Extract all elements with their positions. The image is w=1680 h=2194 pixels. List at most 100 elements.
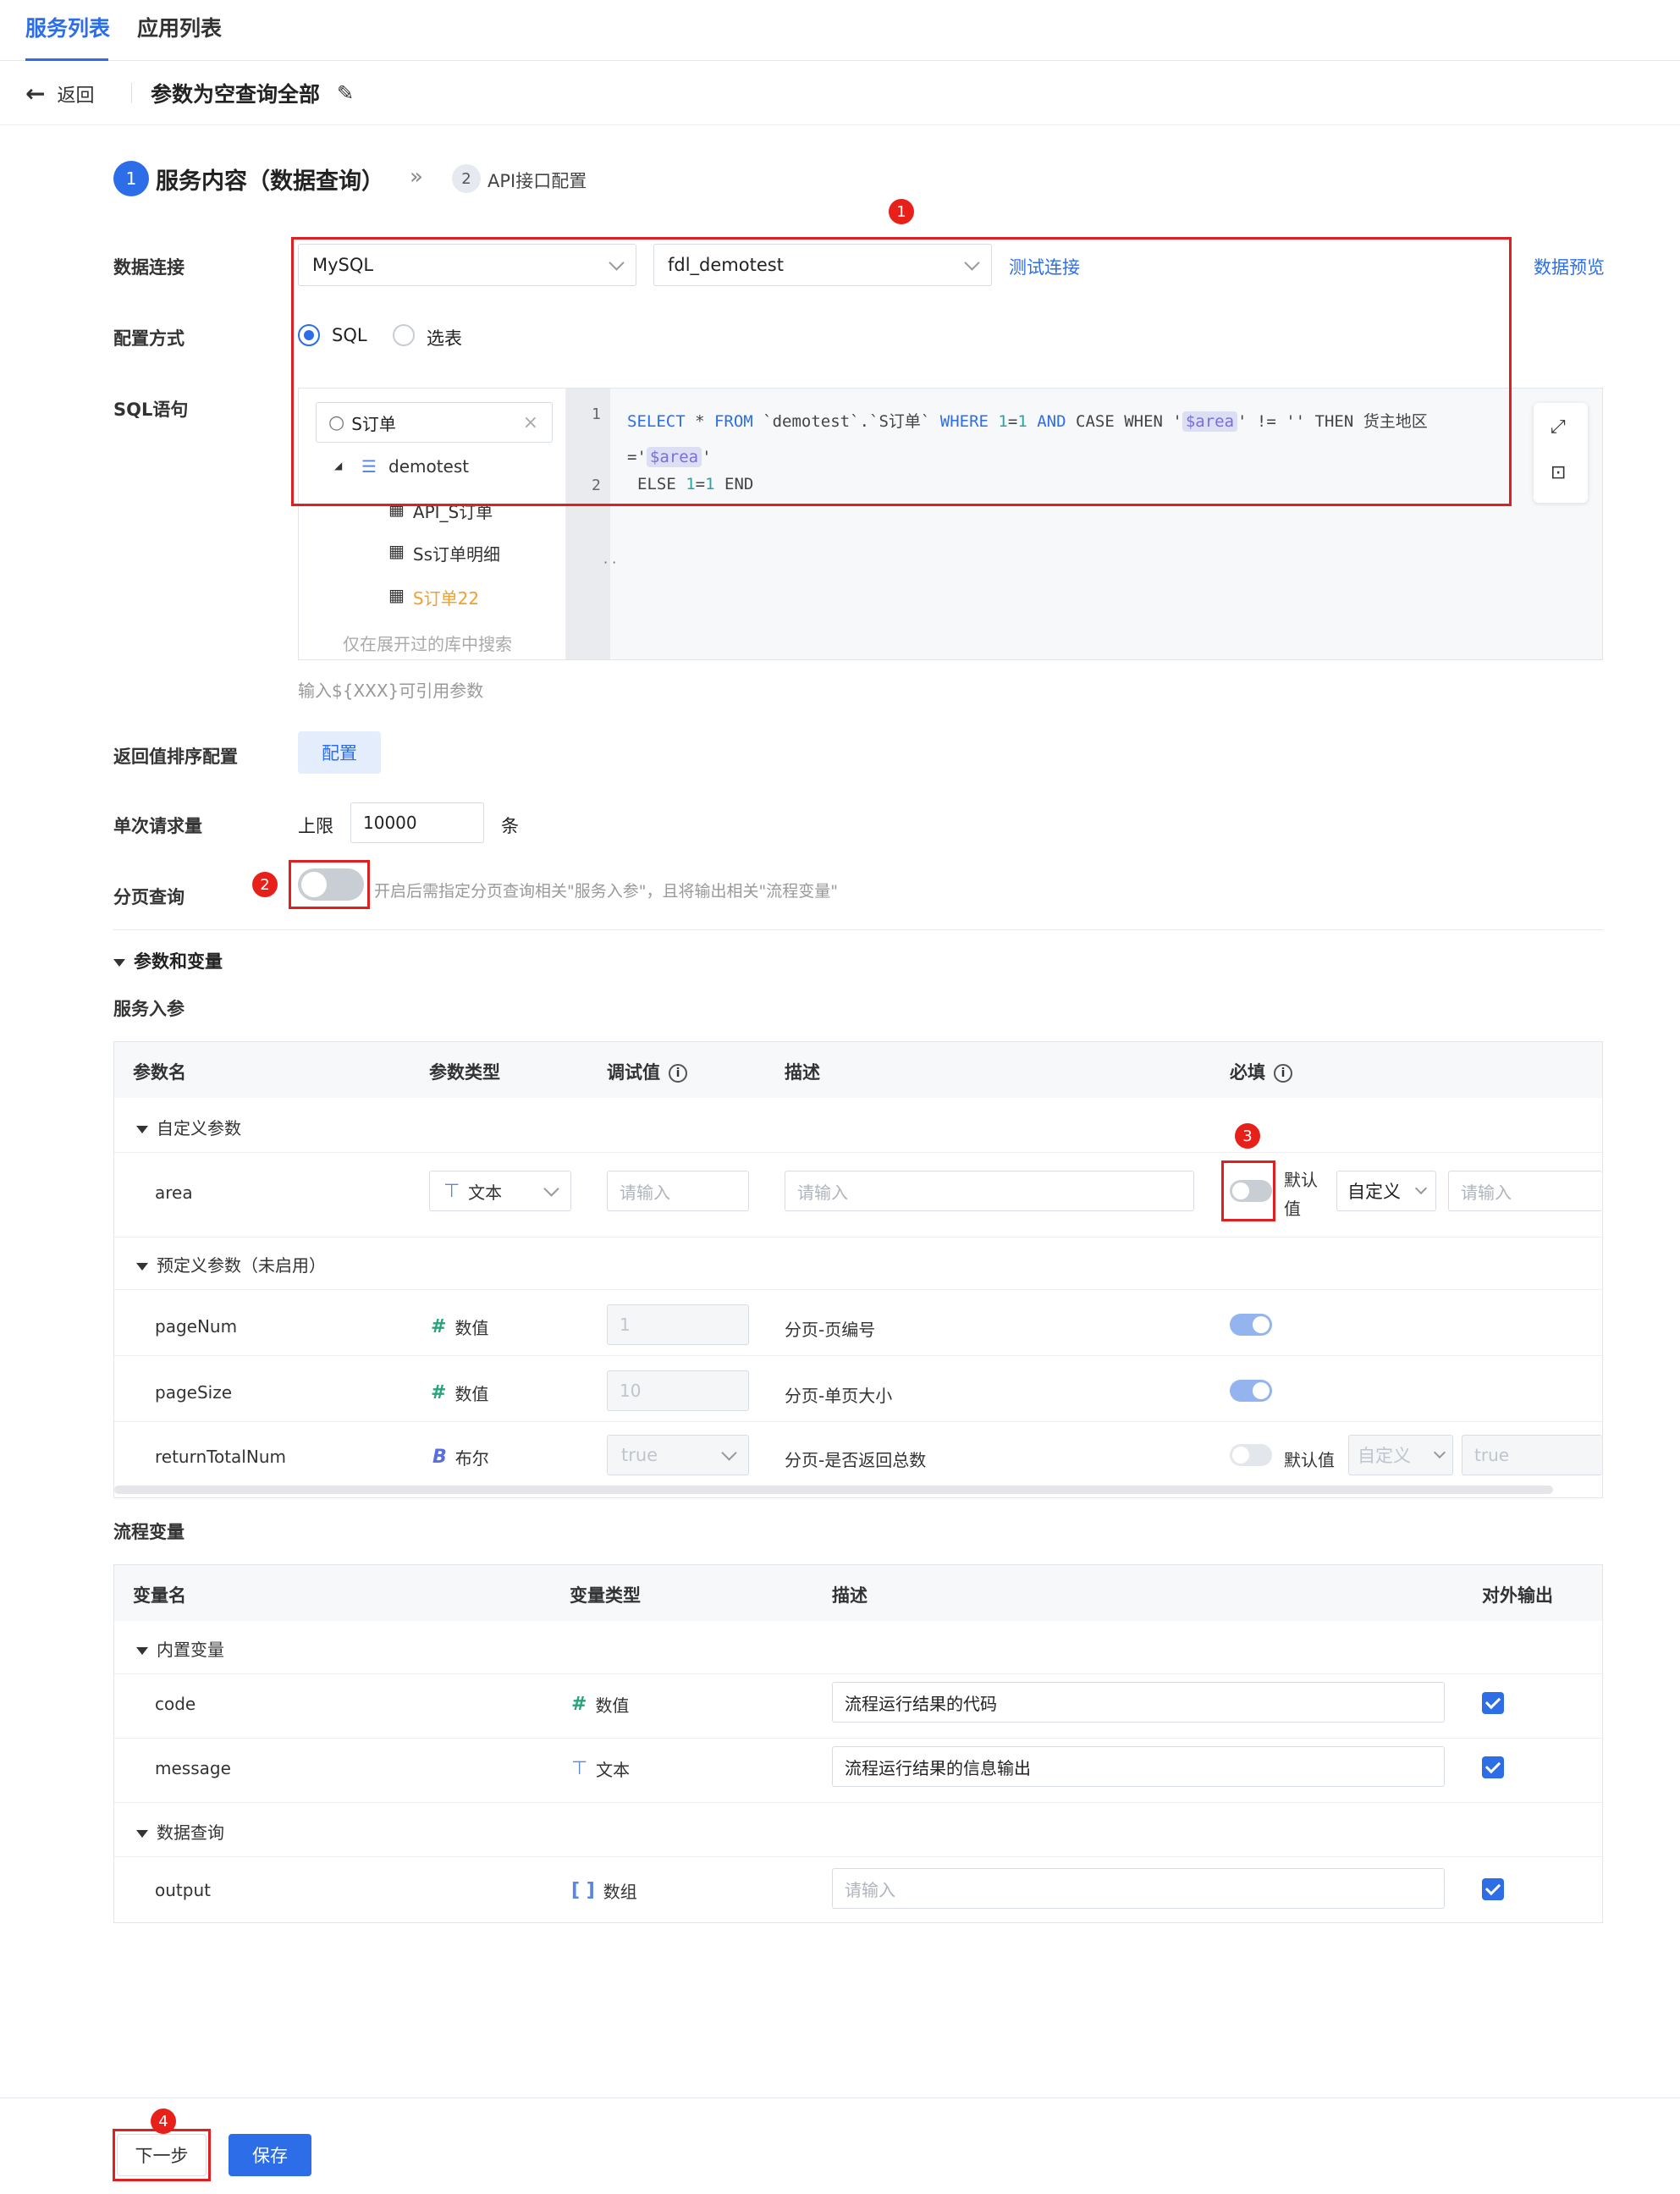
- step-2-label[interactable]: API接口配置: [487, 168, 587, 193]
- caret-down-icon: [136, 1647, 148, 1655]
- chevron-down-icon: [1414, 1182, 1428, 1195]
- var-message-output-checkbox[interactable]: [1482, 1756, 1504, 1778]
- row-divider: [114, 1421, 1602, 1422]
- col-param-type: 参数类型: [429, 1062, 500, 1083]
- caret-down-icon: [136, 1126, 148, 1133]
- config-mode-label: 配置方式: [113, 328, 185, 349]
- text-type-icon: ⊤: [443, 1180, 460, 1202]
- vars-table: 变量名 变量类型 描述 对外输出 内置变量 code # 数值 流程运行结果的代码…: [113, 1564, 1603, 1923]
- table-node-2[interactable]: ▦ Ss订单明细: [388, 541, 500, 565]
- var-message-type: ⊤ 文本: [571, 1758, 631, 1780]
- param-area-desc-input[interactable]: 请输入: [785, 1171, 1194, 1211]
- param-area-debug-input[interactable]: 请输入: [607, 1171, 749, 1211]
- row-divider: [114, 1152, 1602, 1153]
- group-custom-params[interactable]: 自定义参数: [136, 1115, 241, 1139]
- resize-handle[interactable]: · ·: [603, 554, 616, 571]
- caret-down-icon: [136, 1263, 148, 1271]
- chevron-double-right-icon: »: [410, 164, 423, 190]
- annotation-box-2: [289, 860, 370, 909]
- caret-down-icon: [136, 1830, 148, 1838]
- step-2-circle[interactable]: 2: [452, 164, 481, 193]
- var-code-type: # 数值: [571, 1694, 630, 1716]
- table-icon: ▦: [388, 541, 405, 561]
- param-ref-hint: 输入${XXX}可引用参数: [298, 681, 484, 701]
- number-type-icon: #: [431, 1316, 447, 1337]
- var-message-desc-input[interactable]: 流程运行结果的信息输出: [832, 1746, 1445, 1787]
- info-icon[interactable]: i: [669, 1064, 687, 1083]
- params-vars-title: 参数和变量: [134, 951, 223, 972]
- param-area-name: area: [155, 1182, 193, 1203]
- annotation-box-4: [113, 2129, 211, 2181]
- group-query-vars[interactable]: 数据查询: [136, 1819, 224, 1844]
- group-predefined-params[interactable]: 预定义参数（未启用）: [136, 1252, 326, 1276]
- param-pagenum-type: # 数值: [431, 1316, 489, 1338]
- step-1-circle: 1: [113, 161, 149, 196]
- row-divider: [114, 1355, 1602, 1356]
- info-icon[interactable]: i: [1274, 1064, 1292, 1083]
- page-title: 参数为空查询全部: [151, 82, 321, 107]
- row-divider: [114, 1738, 1602, 1739]
- caret-down-icon: [113, 958, 125, 967]
- param-returntotal-desc: 分页-是否返回总数: [785, 1450, 927, 1470]
- param-pagesize-required-toggle: [1230, 1380, 1272, 1402]
- tab-app-list[interactable]: 应用列表: [137, 12, 222, 42]
- params-table: 参数名 参数类型 调试值 i 描述 必填 i 自定义参数 area ⊤ 文本 请输入 …: [113, 1041, 1603, 1498]
- param-returntotal-debug-select: true: [607, 1435, 749, 1475]
- var-output-type: [ ] 数组: [571, 1880, 637, 1902]
- sort-config-button[interactable]: 配置: [298, 731, 381, 774]
- col-debug-value: 调试值 i: [607, 1059, 687, 1084]
- param-area-type-select[interactable]: ⊤ 文本: [429, 1171, 571, 1211]
- page-header: ← 返回 参数为空查询全部 ✎: [0, 61, 1680, 125]
- chevron-down-icon: [721, 1444, 737, 1461]
- var-output-name: output: [155, 1880, 211, 1900]
- header-divider: [131, 83, 132, 103]
- format-icon[interactable]: ⊡: [1551, 462, 1566, 483]
- annotation-box-3: [1221, 1160, 1275, 1221]
- param-returntotal-type: B 布尔: [432, 1447, 489, 1469]
- param-returntotal-default-input: true: [1462, 1435, 1602, 1475]
- edit-icon[interactable]: ✎: [337, 81, 354, 105]
- back-button[interactable]: ← 返回: [25, 80, 94, 107]
- limit-input[interactable]: 10000: [350, 802, 484, 843]
- param-pagesize-name: pageSize: [155, 1382, 233, 1403]
- annotation-badge-2: 2: [252, 872, 278, 897]
- col-required: 必填 i: [1230, 1059, 1292, 1084]
- col-var-name: 变量名: [133, 1585, 186, 1606]
- col-output: 对外输出: [1482, 1585, 1553, 1606]
- expand-icon[interactable]: ⤢: [1551, 416, 1566, 438]
- param-area-default-mode-select[interactable]: 自定义: [1336, 1171, 1436, 1211]
- save-button[interactable]: 保存: [229, 2134, 311, 2176]
- service-input-title: 服务入参: [113, 999, 185, 1019]
- group-builtin-vars[interactable]: 内置变量: [136, 1636, 224, 1661]
- request-limit-label: 单次请求量: [113, 816, 202, 836]
- param-pagenum-name: pageNum: [155, 1316, 238, 1337]
- step-1-label: 服务内容（数据查询）: [156, 168, 384, 195]
- paging-hint: 开启后需指定分页查询相关"服务入参"，且将输出相关"流程变量": [374, 882, 838, 901]
- editor-side-tools: ⤢ ⊡: [1534, 403, 1588, 503]
- table-node-3[interactable]: ▦ S订单22: [388, 585, 479, 609]
- footer-bar: 4 下一步 保存: [0, 2098, 1680, 2194]
- params-vars-toggle[interactable]: 参数和变量: [113, 948, 223, 973]
- data-connection-label: 数据连接: [113, 257, 185, 278]
- annotation-box-1: [291, 237, 1512, 506]
- back-label: 返回: [57, 85, 95, 107]
- var-message-name: message: [155, 1758, 231, 1778]
- chevron-down-icon: [543, 1180, 559, 1197]
- main-content: 1 服务内容（数据查询） » 2 API接口配置 1 数据连接 MySQL fd…: [0, 125, 1680, 2098]
- var-code-desc-input[interactable]: 流程运行结果的代码: [832, 1682, 1445, 1723]
- col-var-desc: 描述: [832, 1585, 868, 1606]
- var-code-name: code: [155, 1694, 196, 1714]
- var-code-output-checkbox[interactable]: [1482, 1692, 1504, 1714]
- param-area-default-input[interactable]: 请输入: [1448, 1171, 1602, 1211]
- param-pagenum-required-toggle: [1230, 1314, 1272, 1336]
- data-preview-link[interactable]: 数据预览: [1534, 254, 1605, 279]
- param-pagesize-type: # 数值: [431, 1382, 489, 1404]
- table-node-label: Ss订单明细: [412, 544, 501, 565]
- var-output-output-checkbox[interactable]: [1482, 1878, 1504, 1900]
- array-type-icon: [ ]: [571, 1880, 595, 1901]
- tab-service-list[interactable]: 服务列表: [25, 12, 110, 42]
- var-output-desc-input[interactable]: 请输入: [832, 1868, 1445, 1909]
- horizontal-scrollbar[interactable]: [114, 1486, 1553, 1494]
- tree-hint: 仅在展开过的库中搜索: [343, 634, 512, 654]
- row-divider: [114, 1802, 1602, 1803]
